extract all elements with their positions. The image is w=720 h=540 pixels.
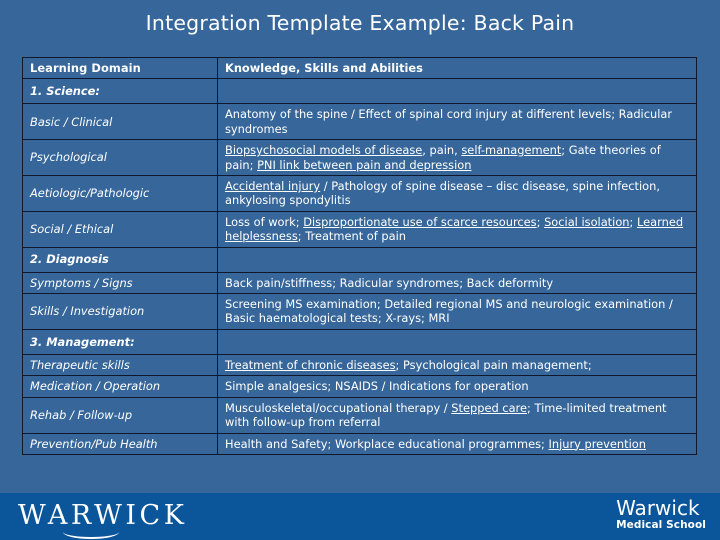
- domain-label: Prevention/Pub Health: [22, 432, 218, 455]
- warwick-medical-school-logo: Warwick Medical School: [616, 498, 706, 531]
- table-row: Symptoms / Signs Back pain/stiffness; Rad…: [22, 271, 697, 295]
- section-label: 2. Diagnosis: [22, 246, 218, 273]
- medical-school-subtitle: Medical School: [616, 519, 706, 531]
- table-row: 2. Diagnosis: [22, 246, 697, 273]
- ksa-content: Anatomy of the spine / Effect of spinal …: [217, 103, 697, 141]
- section-label: 1. Science:: [22, 78, 218, 105]
- table-row: Prevention/Pub Health Health and Safety; …: [22, 432, 697, 455]
- domain-label: Symptoms / Signs: [22, 271, 218, 295]
- table-header-row: Learning Domain Knowledge, Skills and Ab…: [22, 56, 697, 80]
- section-label: 3. Management:: [22, 328, 218, 355]
- page-title: Integration Template Example: Back Pain: [145, 11, 575, 35]
- table-row: Basic / Clinical Anatomy of the spine / E…: [22, 103, 697, 141]
- ksa-content: Health and Safety; Workplace educational…: [217, 432, 697, 455]
- warwick-logo-swash-icon: [63, 525, 119, 539]
- domain-label: Therapeutic skills: [22, 353, 218, 377]
- ksa-content: Back pain/stiffness; Radicular syndromes…: [217, 271, 697, 295]
- column-header-knowledge-skills-abilities: Knowledge, Skills and Abilities: [217, 56, 697, 80]
- table-row: Medication / Operation Simple analgesics;…: [22, 375, 697, 398]
- integration-template-table: Learning Domain Knowledge, Skills and Ab…: [22, 56, 697, 455]
- domain-label: Basic / Clinical: [22, 103, 218, 141]
- ksa-content: Simple analgesics; NSAIDS / Indications …: [217, 375, 697, 398]
- table-row: Rehab / Follow-up Musculoskeletal/occupat…: [22, 396, 697, 434]
- ksa-content: Loss of work; Disproportionate use of sc…: [217, 210, 697, 248]
- table-row: Social / Ethical Loss of work; Disproport…: [22, 210, 697, 248]
- domain-label: Skills / Investigation: [22, 293, 218, 330]
- table-row: Therapeutic skills Treatment of chronic d…: [22, 353, 697, 377]
- domain-label: Social / Ethical: [22, 210, 218, 248]
- table-row: 3. Management:: [22, 328, 697, 355]
- ksa-content: Biopsychosocial models of disease, pain,…: [217, 139, 697, 177]
- domain-label: Medication / Operation: [22, 375, 218, 398]
- section-ksa-empty: [217, 78, 697, 105]
- section-ksa-empty: [217, 246, 697, 273]
- ksa-content: Musculoskeletal/occupational therapy / S…: [217, 396, 697, 434]
- table-body: Learning Domain Knowledge, Skills and Ab…: [22, 56, 697, 455]
- table-row: Skills / Investigation Screening MS exami…: [22, 293, 697, 330]
- ksa-content: Accidental injury / Pathology of spine d…: [217, 175, 697, 212]
- table-row: 1. Science:: [22, 78, 697, 105]
- domain-label: Rehab / Follow-up: [22, 396, 218, 434]
- column-header-learning-domain: Learning Domain: [22, 56, 218, 80]
- ksa-content: Treatment of chronic diseases; Psycholog…: [217, 353, 697, 377]
- medical-school-name: Warwick: [616, 496, 700, 520]
- section-ksa-empty: [217, 328, 697, 355]
- table-row: Psychological Biopsychosocial models of d…: [22, 139, 697, 177]
- domain-label: Psychological: [22, 139, 218, 177]
- ksa-content: Screening MS examination; Detailed regio…: [217, 293, 697, 330]
- domain-label: Aetiologic/Pathologic: [22, 175, 218, 212]
- table-row: Aetiologic/Pathologic Accidental injury /…: [22, 175, 697, 212]
